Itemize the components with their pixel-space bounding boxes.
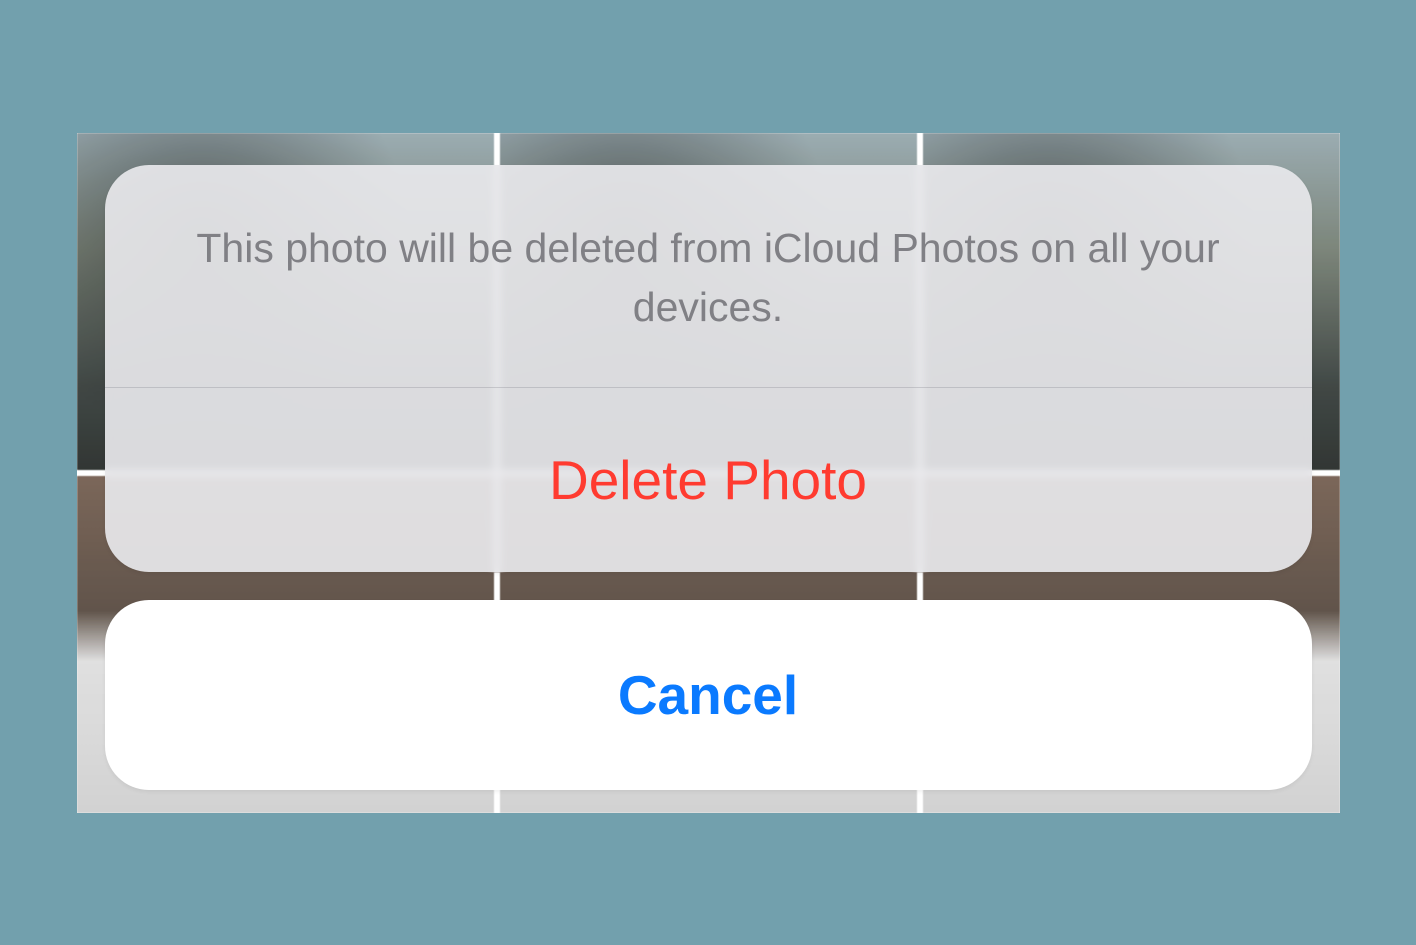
action-sheet-cancel-group: Cancel bbox=[105, 600, 1312, 790]
action-sheet: This photo will be deleted from iCloud P… bbox=[105, 165, 1312, 791]
delete-photo-button[interactable]: Delete Photo bbox=[105, 388, 1312, 572]
action-sheet-main-group: This photo will be deleted from iCloud P… bbox=[105, 165, 1312, 573]
photos-app-viewport: This photo will be deleted from iCloud P… bbox=[77, 133, 1340, 813]
action-sheet-message: This photo will be deleted from iCloud P… bbox=[105, 165, 1312, 388]
cancel-button[interactable]: Cancel bbox=[105, 600, 1312, 790]
